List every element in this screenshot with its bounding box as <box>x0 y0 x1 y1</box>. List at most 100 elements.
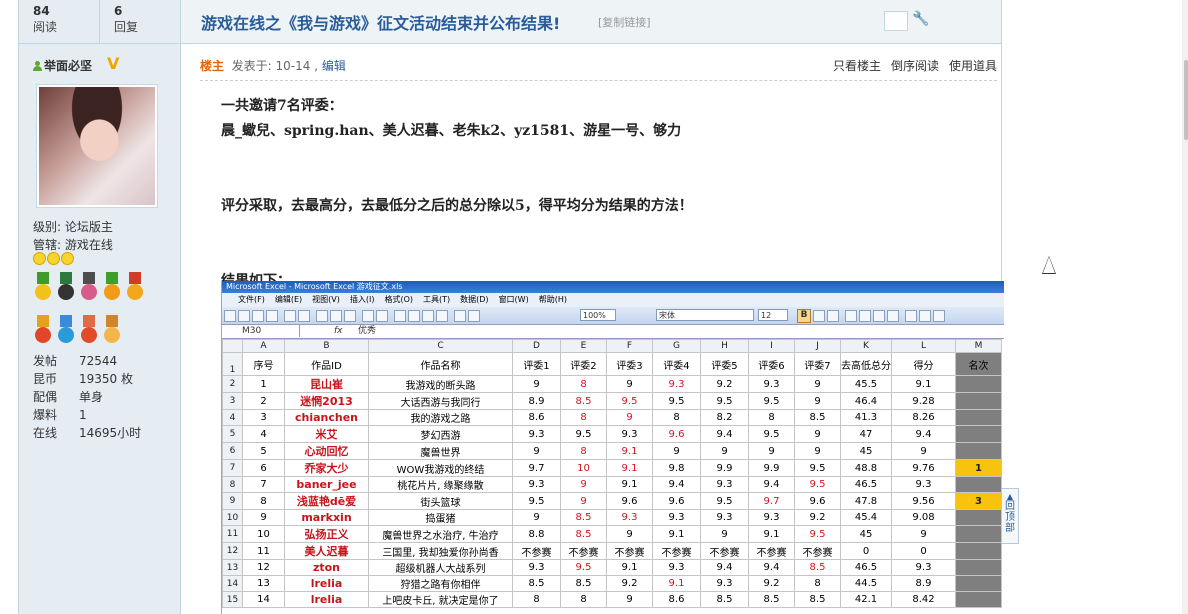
row-number[interactable]: 14 <box>222 575 243 592</box>
table-cell[interactable]: 9.3 <box>512 476 561 493</box>
header-toggle-box[interactable] <box>884 11 908 31</box>
table-cell[interactable]: 9 <box>606 409 653 426</box>
table-cell[interactable]: 10 <box>242 525 285 543</box>
table-cell[interactable]: 9.4 <box>700 425 749 443</box>
table-cell[interactable]: 不参赛 <box>794 542 841 560</box>
table-cell[interactable] <box>955 425 1002 443</box>
table-cell[interactable]: 9.3 <box>512 425 561 443</box>
table-cell[interactable]: 42.1 <box>840 591 892 608</box>
table-cell[interactable]: 9.6 <box>652 492 701 510</box>
table-cell[interactable] <box>955 476 1002 493</box>
table-cell[interactable] <box>955 509 1002 526</box>
row-number[interactable]: 6 <box>222 442 243 460</box>
table-cell[interactable]: 8.5 <box>560 575 607 592</box>
table-cell[interactable]: 9 <box>700 525 749 543</box>
table-cell[interactable]: 9 <box>700 442 749 460</box>
table-cell[interactable]: 9.4 <box>700 559 749 576</box>
table-cell[interactable]: 9.2 <box>794 509 841 526</box>
header-cell[interactable]: 评委3 <box>606 352 653 376</box>
table-cell[interactable]: 6 <box>242 459 285 477</box>
table-cell[interactable]: 9 <box>794 392 841 410</box>
table-cell[interactable]: 8.5 <box>700 591 749 608</box>
table-cell[interactable]: 0 <box>840 542 892 560</box>
table-cell[interactable]: 昆山崔 <box>284 375 369 393</box>
table-cell[interactable]: 8 <box>652 409 701 426</box>
table-cell[interactable]: 9 <box>794 442 841 460</box>
excel-menu-item[interactable]: 帮助(H) <box>539 293 567 307</box>
table-cell[interactable]: baner_jee <box>284 476 369 493</box>
table-cell[interactable]: 3 <box>242 409 285 426</box>
column-letter[interactable]: J <box>794 339 841 353</box>
table-cell[interactable]: 9.8 <box>652 459 701 477</box>
row-number[interactable]: 13 <box>222 559 243 576</box>
table-cell[interactable]: 我游戏的断头路 <box>368 375 513 393</box>
table-cell[interactable]: lrelia <box>284 591 369 608</box>
use-item-link[interactable]: 使用道具 <box>949 59 997 73</box>
table-cell[interactable]: 不参赛 <box>560 542 607 560</box>
copy-link-button[interactable]: [复制链接] <box>598 14 651 30</box>
table-cell[interactable]: 8 <box>560 409 607 426</box>
table-cell[interactable]: 8.5 <box>794 409 841 426</box>
column-letter[interactable]: H <box>700 339 749 353</box>
table-cell[interactable]: 9.1 <box>891 375 956 393</box>
row-number[interactable]: 7 <box>222 459 243 477</box>
table-cell[interactable]: 捣蛋猪 <box>368 509 513 526</box>
table-cell[interactable]: 9.5 <box>560 559 607 576</box>
table-cell[interactable]: 9.1 <box>606 559 653 576</box>
table-cell[interactable]: 9.7 <box>748 492 795 510</box>
table-cell[interactable]: 9.9 <box>748 459 795 477</box>
table-cell[interactable]: 梦幻西游 <box>368 425 513 443</box>
header-cell[interactable]: 序号 <box>242 352 285 376</box>
column-letter[interactable]: L <box>891 339 956 353</box>
table-cell[interactable]: 1 <box>242 375 285 393</box>
excel-menu-item[interactable]: 文件(F) <box>238 293 265 307</box>
table-cell[interactable]: 浅蓝艳dē爱 <box>284 492 369 510</box>
table-cell[interactable]: 魔兽世界 <box>368 442 513 460</box>
table-cell[interactable]: 3 <box>955 492 1002 510</box>
table-cell[interactable]: 8 <box>512 591 561 608</box>
table-cell[interactable]: 9.5 <box>512 492 561 510</box>
table-cell[interactable]: 47.8 <box>840 492 892 510</box>
table-cell[interactable]: 9.5 <box>748 392 795 410</box>
table-cell[interactable]: 10 <box>560 459 607 477</box>
table-cell[interactable]: 9.7 <box>512 459 561 477</box>
table-cell[interactable]: 9 <box>512 442 561 460</box>
table-cell[interactable]: 9.3 <box>606 425 653 443</box>
table-cell[interactable]: 9.3 <box>606 509 653 526</box>
table-cell[interactable]: 上吧皮卡丘, 就决定是你了 <box>368 591 513 608</box>
table-cell[interactable]: 8.5 <box>560 392 607 410</box>
row-number[interactable]: 3 <box>222 392 243 410</box>
row-number[interactable]: 12 <box>222 542 243 560</box>
table-cell[interactable] <box>955 591 1002 608</box>
table-cell[interactable]: 8 <box>242 492 285 510</box>
table-cell[interactable]: 街头篮球 <box>368 492 513 510</box>
medal-icon[interactable] <box>125 272 145 306</box>
table-cell[interactable]: 9.5 <box>606 392 653 410</box>
table-cell[interactable]: 9 <box>891 442 956 460</box>
table-cell[interactable]: 9.1 <box>606 476 653 493</box>
medal-icon[interactable] <box>79 315 99 349</box>
excel-menu-item[interactable]: 编辑(E) <box>275 293 302 307</box>
table-cell[interactable]: 4 <box>242 425 285 443</box>
table-cell[interactable]: 9.4 <box>748 559 795 576</box>
table-cell[interactable]: 9.3 <box>512 559 561 576</box>
table-cell[interactable]: 45 <box>840 442 892 460</box>
table-cell[interactable]: 9.9 <box>700 459 749 477</box>
table-cell[interactable]: 桃花片片, 缘聚缘散 <box>368 476 513 493</box>
table-cell[interactable]: 美人迟暮 <box>284 542 369 560</box>
medal-icon[interactable] <box>33 315 53 349</box>
row-number[interactable]: 1 <box>222 352 243 376</box>
column-letter[interactable]: B <box>284 339 369 353</box>
header-cell[interactable]: 评委1 <box>512 352 561 376</box>
header-cell[interactable]: 评委5 <box>700 352 749 376</box>
table-cell[interactable]: 9.6 <box>606 492 653 510</box>
table-cell[interactable]: 9 <box>794 375 841 393</box>
table-cell[interactable]: 9.3 <box>700 509 749 526</box>
table-cell[interactable]: WOW我游戏的终结 <box>368 459 513 477</box>
author-name-text[interactable]: 举面必坚 <box>44 59 92 73</box>
excel-menu-item[interactable]: 工具(T) <box>423 293 450 307</box>
wrench-icon[interactable]: 🔧 <box>912 11 929 27</box>
table-cell[interactable]: 9.1 <box>606 459 653 477</box>
table-cell[interactable]: 8.26 <box>891 409 956 426</box>
table-cell[interactable]: 9.56 <box>891 492 956 510</box>
